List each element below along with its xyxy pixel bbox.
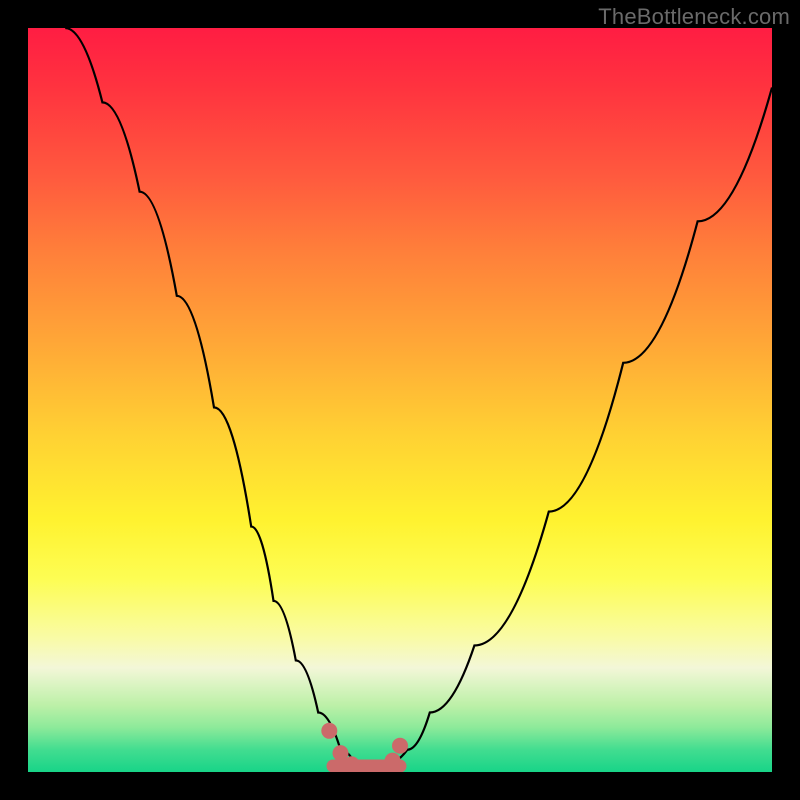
bottleneck-curve: [65, 28, 772, 772]
plot-area: [28, 28, 772, 772]
chart-frame: TheBottleneck.com: [0, 0, 800, 800]
marker-dot: [392, 738, 408, 754]
marker-dot: [321, 723, 337, 739]
watermark-text: TheBottleneck.com: [598, 4, 790, 30]
marker-dot: [385, 753, 401, 769]
curve-svg: [28, 28, 772, 772]
marker-dot: [344, 756, 360, 772]
